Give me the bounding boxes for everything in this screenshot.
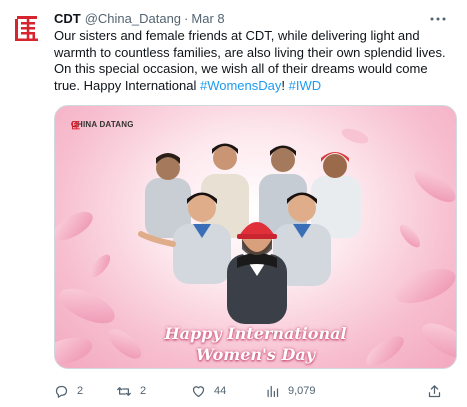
tweet-text: Our sisters and female friends at CDT, w… xyxy=(54,28,454,94)
media-headline-line1: Happy International xyxy=(164,324,347,343)
cdt-logo-icon xyxy=(15,16,38,41)
tweet-header: CDT @China_Datang · Mar 8 xyxy=(54,10,457,28)
views-button[interactable]: 9,079 xyxy=(265,384,377,399)
hashtag-iwd[interactable]: #IWD xyxy=(289,78,322,93)
reply-button[interactable]: 2 xyxy=(54,384,116,399)
media-headline-line2: Women's Day xyxy=(195,345,316,364)
view-count: 9,079 xyxy=(288,385,316,397)
tweet-date[interactable]: Mar 8 xyxy=(191,10,224,28)
author-handle[interactable]: @China_Datang xyxy=(85,10,181,28)
author-name[interactable]: CDT xyxy=(54,10,81,28)
retweet-count: 2 xyxy=(140,385,147,397)
separator: · xyxy=(184,11,189,26)
avatar[interactable] xyxy=(9,10,45,46)
more-icon xyxy=(430,17,446,21)
hashtag-womensday[interactable]: #WomensDay xyxy=(200,78,281,93)
like-button[interactable]: 44 xyxy=(191,384,265,399)
retweet-button[interactable]: 2 xyxy=(116,384,191,399)
tweet-image[interactable]: CHINA DATANG Happy International Women's… xyxy=(54,105,457,369)
media-brand: CHINA DATANG xyxy=(71,120,134,130)
reply-icon xyxy=(55,385,68,398)
retweet-icon xyxy=(117,386,131,396)
share-button[interactable] xyxy=(427,384,450,399)
tweet-text-punct: ! xyxy=(281,77,289,93)
tweet-card[interactable]: CDT @China_Datang · Mar 8 Our sisters an… xyxy=(0,0,467,407)
reply-count: 2 xyxy=(77,385,84,397)
like-icon xyxy=(192,385,205,397)
more-button[interactable] xyxy=(425,10,451,28)
views-icon xyxy=(267,385,279,397)
action-bar: 2 2 44 9,079 xyxy=(54,382,454,400)
like-count: 44 xyxy=(214,385,227,397)
share-icon xyxy=(428,384,441,397)
cdt-brand-icon xyxy=(72,121,80,130)
